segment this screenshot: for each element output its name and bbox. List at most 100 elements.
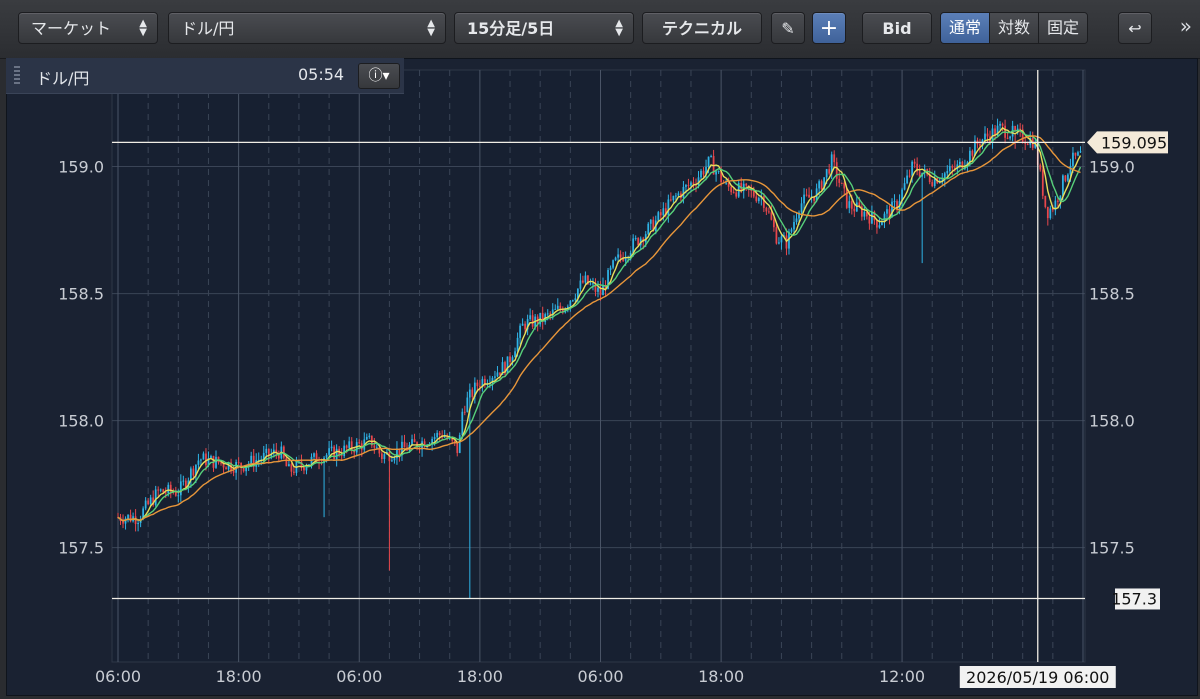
candle-body [476,382,479,387]
candle-body [559,305,562,310]
candle-body [609,267,612,271]
candle-body [1009,136,1012,139]
candle-body [690,182,692,186]
candle-body [662,208,665,216]
candle-body [876,220,878,228]
candle-body [177,495,180,497]
candle-body [325,454,328,458]
candle-body [602,285,604,296]
candle-body [845,188,848,208]
candle-body [647,223,650,235]
candle-body [958,161,961,165]
x-tick-label: 18:00 [698,667,744,686]
candle-body [871,211,873,224]
candle-body [127,514,129,519]
candle-body [1041,169,1044,196]
candle-body [1074,152,1077,156]
candle-body [496,372,499,377]
candle-body [592,283,594,285]
candle-body [757,198,760,202]
candle-body [290,464,293,472]
candle-body [282,446,285,458]
candle-body [499,372,501,375]
candle-body [677,193,680,196]
candle-body [853,208,856,212]
candle-body [1046,206,1049,219]
candle-body [393,458,396,461]
candle-body [986,133,989,137]
x-tick-label: 18:00 [457,667,503,686]
candle-body [1077,152,1079,156]
candle-body [838,178,841,183]
candle-body [612,260,614,268]
candle-body [210,455,212,459]
candle-body [765,207,768,212]
candle-body [358,442,361,444]
candle-body [948,166,951,171]
candle-body [868,216,871,224]
candle-body [494,376,496,378]
candle-body [800,203,803,213]
drag-handle-icon[interactable] [14,66,20,86]
candle-body [192,468,195,476]
candle-body [348,441,351,448]
candle-body [159,489,162,491]
candle-body [375,447,378,449]
candle-body [1049,208,1052,219]
candle-body [167,484,170,494]
candle-body [702,170,705,175]
candle-body [174,492,177,496]
candle-body [205,453,207,466]
price-chart[interactable]: 157.5 157.5 158.0 158.0 158.5 158.5 159.0 159.0… [0,0,1200,699]
candle-body [242,467,245,472]
candle-body [707,156,710,167]
candle-body [509,356,511,362]
candle-body [471,389,474,397]
candle-body [732,192,735,194]
y-tick-label-left: 159.0 [58,158,104,177]
info-bar: ドル/円 05:54 ⓘ▾ [6,58,404,94]
candle-body [569,300,572,307]
y-tick-label-right: 158.0 [1089,412,1135,431]
candle-body [1069,165,1072,175]
candle-body [1064,175,1067,181]
candle-body [582,280,584,283]
candle-body [584,275,587,283]
candle-body [365,436,368,440]
candle-body [200,459,202,461]
candle-body [463,411,466,413]
candle-body [805,194,808,196]
candle-body [413,439,416,443]
info-symbol: ドル/円 [36,69,90,88]
y-tick-label-right: 157.5 [1089,539,1135,558]
info-time: 05:54 [298,65,345,84]
candle-body [617,254,619,258]
candle-body [466,397,469,412]
candle-body [1062,175,1064,196]
candle-body [984,133,986,140]
candle-body [795,218,798,223]
candle-body [237,462,240,464]
candle-body [843,183,846,189]
candle-body [818,181,821,189]
candle-body [506,356,509,374]
candle-body [634,238,637,240]
crosshair-price-label: 159.095 [1101,133,1167,152]
candle-body [288,464,290,467]
candle-body [825,169,828,178]
candle-body [1006,137,1009,139]
candle-body [574,298,577,301]
candle-body [1079,151,1082,153]
y-tick-label-left: 158.5 [58,285,104,304]
candle-body [979,144,981,146]
candle-body [197,460,200,465]
candle-body [556,305,559,309]
candle-body [373,445,376,448]
candle-body [1039,164,1042,170]
candle-body [848,201,851,208]
candle-body [999,123,1001,126]
candle-body [1026,143,1029,145]
candle-body [710,155,712,157]
candle-body [725,182,728,184]
info-menu-button[interactable]: ⓘ▾ [358,63,400,89]
